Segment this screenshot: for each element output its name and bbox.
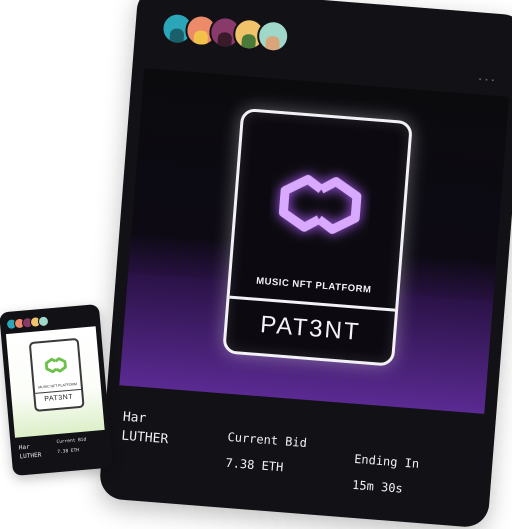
artwork-subtitle: MUSIC NFT PLATFORM [255, 275, 372, 296]
preview-footer: Har LUTHER Current Bid 7.38 ETH [10, 433, 113, 476]
bidder-avatars[interactable] [160, 11, 291, 54]
artwork-divider [229, 295, 396, 312]
preview-artwork: MUSIC NFT PLATFORM PAT3NT [5, 326, 105, 438]
nft-card[interactable]: ··· MUSIC NFT PLATFORM PAT3NT Har LUTHER… [98, 0, 512, 529]
artwork-panel: MUSIC NFT PLATFORM PAT3NT [222, 107, 413, 367]
preview-avatars [5, 315, 50, 331]
current-bid-label: Current Bid [227, 429, 308, 451]
more-options-icon[interactable]: ··· [477, 70, 497, 88]
current-bid-value: 7.38 ETH [225, 455, 284, 475]
polygon-logo-icon [44, 357, 67, 374]
avatar[interactable] [255, 18, 291, 54]
preview-bid-value: 7.38 ETH [57, 448, 80, 456]
preview-artist-last-name: LUTHER [19, 451, 42, 461]
artist-last-name: LUTHER [120, 428, 169, 448]
polygon-logo-icon [278, 174, 362, 234]
preview-bid-label: Current Bid [56, 437, 87, 446]
preview-artwork-title: PAT3NT [44, 393, 74, 404]
avatar [37, 315, 50, 328]
artist-first-name: Har [122, 409, 147, 427]
ending-in-label: Ending In [353, 451, 420, 471]
artwork-title: PAT3NT [259, 311, 362, 346]
card-footer: Har LUTHER Current Bid 7.38 ETH Ending I… [98, 394, 495, 528]
nft-preview-card[interactable]: MUSIC NFT PLATFORM PAT3NT Har LUTHER Cur… [0, 303, 113, 477]
ending-in-value: 15m 30s [351, 477, 404, 496]
preview-artwork-panel: MUSIC NFT PLATFORM PAT3NT [28, 337, 85, 412]
preview-artist-first-name: Har [18, 443, 31, 452]
nft-artwork: MUSIC NFT PLATFORM PAT3NT [119, 68, 510, 414]
